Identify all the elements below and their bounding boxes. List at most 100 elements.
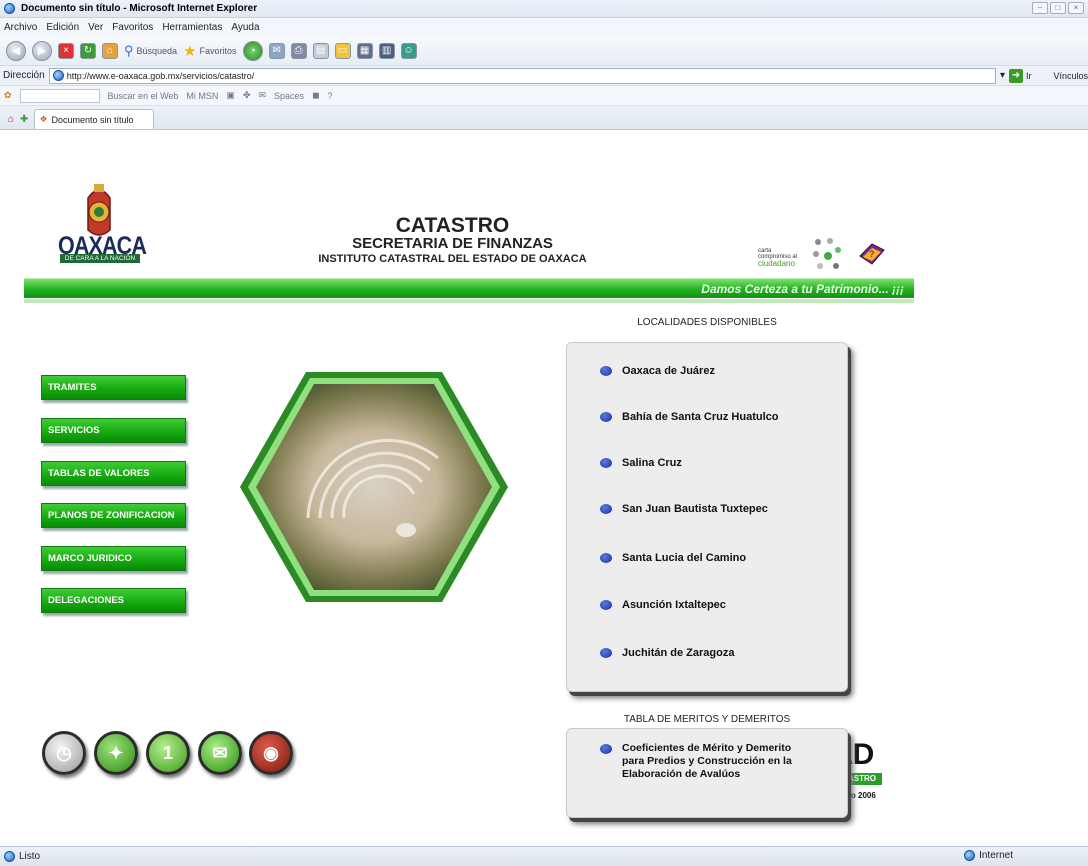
banner-divider	[24, 299, 914, 303]
localidad-item[interactable]: Oaxaca de Juárez	[600, 365, 715, 377]
help-icon[interactable]: ?	[328, 91, 333, 101]
status-text: Listo	[19, 851, 41, 862]
window-controls: – □ ×	[1032, 2, 1084, 14]
localidad-item[interactable]: Santa Lucia del Camino	[600, 552, 746, 564]
contacts-icon-2[interactable]: ◼	[312, 90, 319, 101]
address-input[interactable]: http://www.e-oaxaca.gob.mx/servicios/cat…	[48, 67, 996, 84]
bullet-icon	[600, 504, 612, 514]
meritos-title: TABLA DE MERITOS Y DEMERITOS	[623, 714, 791, 725]
print-icon[interactable]: ⎙	[290, 42, 307, 59]
star-icon: ★	[183, 42, 197, 60]
weather-icon[interactable]: ✤	[243, 90, 251, 101]
nav-tramites-button[interactable]: TRAMITES	[41, 375, 186, 400]
security-zone: Internet	[964, 850, 1013, 861]
menu-archivo[interactable]: Archivo	[4, 22, 37, 33]
nav-planos-zonificacion-button[interactable]: PLANOS DE ZONIFICACION	[41, 503, 186, 528]
page-tab-icon: ❖	[39, 114, 48, 124]
address-url: http://www.e-oaxaca.gob.mx/servicios/cat…	[66, 70, 255, 81]
localidades-panel	[566, 342, 848, 692]
page-content: OAXACA DE CARA A LA NACIÓN CATASTRO SECR…	[0, 130, 1088, 846]
molecule-icon	[813, 238, 841, 269]
meritos-link[interactable]: Coeficientes de Mérito y Demerito para P…	[600, 742, 792, 781]
history-icon[interactable]: ◔	[242, 40, 263, 61]
clock-icon[interactable]: ◷	[42, 731, 86, 775]
my-msn-button[interactable]: Mi MSN	[186, 91, 218, 101]
localidad-item[interactable]: Bahía de Santa Cruz Huatulco	[600, 411, 778, 423]
calendar-icon[interactable]: 1	[146, 731, 190, 775]
menu-favoritos[interactable]: Favoritos	[112, 22, 153, 33]
ad-banner-strip: ASTRO	[842, 773, 882, 785]
close-button[interactable]: ×	[1068, 2, 1084, 14]
auditorium-hexagon-image	[240, 372, 508, 602]
bullet-icon	[600, 648, 612, 658]
rss-icon[interactable]: ▣	[226, 90, 235, 101]
messenger-icon[interactable]: ▦	[356, 42, 373, 59]
nav-tablas-valores-button[interactable]: TABLAS DE VALORES	[41, 461, 186, 486]
search-icon: ⚲	[124, 42, 134, 58]
menu-ayuda[interactable]: Ayuda	[231, 22, 259, 33]
menu-edicion[interactable]: Edición	[46, 22, 79, 33]
bullet-icon	[600, 600, 612, 610]
page-icon	[52, 70, 64, 81]
menu-ver[interactable]: Ver	[88, 22, 103, 33]
edit-icon[interactable]: ▤	[312, 42, 329, 59]
address-bar: Dirección http://www.e-oaxaca.gob.mx/ser…	[0, 66, 1088, 86]
localidad-item[interactable]: San Juan Bautista Tuxtepec	[600, 503, 768, 515]
folder-icon[interactable]: ▭	[334, 42, 351, 59]
tab-bar: ⌂ ✚ ❖ Documento sin título	[0, 106, 1088, 130]
institute-name: INSTITUTO CATASTRAL DEL ESTADO DE OAXACA	[318, 253, 587, 265]
menu-herramientas[interactable]: Herramientas	[162, 22, 222, 33]
status-page-icon	[4, 851, 15, 862]
favorites-button[interactable]: ★ Favoritos	[183, 42, 236, 60]
nav-marco-juridico-button[interactable]: MARCO JURIDICO	[41, 546, 186, 571]
home-icon[interactable]: ⌂	[102, 42, 118, 59]
go-arrow-icon: ➜	[1008, 68, 1023, 83]
window-title: Documento sin título - Microsoft Interne…	[21, 3, 258, 14]
nav-delegaciones-button[interactable]: DELEGACIONES	[41, 588, 186, 613]
localidad-item[interactable]: Juchitán de Zaragoza	[600, 647, 734, 659]
contacts-icon[interactable]: ☺	[400, 42, 417, 59]
mail-envelope-icon[interactable]: ✉	[198, 731, 242, 775]
forward-icon[interactable]: ▶	[32, 40, 52, 61]
bullet-icon	[600, 744, 612, 754]
mail-icon[interactable]: ✉	[268, 42, 285, 59]
links-label[interactable]: Vínculos	[1053, 71, 1088, 81]
ie-icon	[4, 3, 15, 14]
bullet-icon	[600, 458, 612, 468]
book-icon[interactable]: ?	[856, 240, 886, 268]
oaxaca-logo-subtitle: DE CARA A LA NACIÓN	[60, 254, 140, 263]
bullet-icon	[600, 412, 612, 422]
stop-icon[interactable]: ×	[58, 42, 74, 59]
search-input[interactable]	[19, 88, 100, 103]
address-label: Dirección	[3, 70, 45, 81]
menu-bar: Archivo Edición Ver Favoritos Herramient…	[0, 18, 1088, 36]
nav-servicios-button[interactable]: SERVICIOS	[41, 418, 186, 443]
spaces-button[interactable]: Spaces	[274, 91, 304, 101]
maximize-button[interactable]: □	[1050, 2, 1066, 14]
add-tab-icon[interactable]: ✚	[20, 114, 28, 125]
globe-icon[interactable]: ✦	[94, 731, 138, 775]
page-subtitle: SECRETARIA DE FINANZAS	[352, 235, 553, 252]
slogan-text: Damos Certeza a tu Patrimonio... ¡¡¡	[701, 281, 904, 296]
svg-text:?: ?	[869, 249, 875, 259]
search-web-button[interactable]: Buscar en el Web	[108, 91, 179, 101]
back-icon[interactable]: ◀	[6, 40, 26, 61]
research-icon[interactable]: ▥	[378, 42, 395, 59]
localidad-item[interactable]: Asunción Ixtaltepec	[600, 599, 726, 611]
minimize-button[interactable]: –	[1032, 2, 1048, 14]
localidad-item[interactable]: Salina Cruz	[600, 457, 682, 469]
carta-compromiso-logo[interactable]: carta compromiso al ciudadano	[754, 238, 844, 274]
bullet-icon	[600, 553, 612, 563]
standard-toolbar: ◀ ▶ × ↻ ⌂ ⚲ Búsqueda ★ Favoritos ◔ ✉ ⎙ ▤ ▭…	[0, 36, 1088, 66]
search-toolbar: ✿ Buscar en el Web Mi MSN ▣ ✤ ✉ Spaces ◼…	[0, 86, 1088, 106]
mail-icon-2[interactable]: ✉	[258, 90, 266, 101]
home-tab-icon[interactable]: ⌂	[8, 114, 14, 125]
slogan-banner: Damos Certeza a tu Patrimonio... ¡¡¡	[24, 278, 914, 298]
refresh-icon[interactable]: ↻	[80, 42, 96, 59]
address-dropdown-icon[interactable]: ▾	[1000, 70, 1005, 81]
go-button[interactable]: ➜ Ir	[1008, 68, 1031, 83]
stamp-icon[interactable]: ◉	[249, 731, 293, 775]
tab-documento[interactable]: ❖ Documento sin título	[34, 109, 155, 129]
internet-globe-icon	[964, 850, 976, 861]
search-button[interactable]: ⚲ Búsqueda	[124, 43, 177, 59]
